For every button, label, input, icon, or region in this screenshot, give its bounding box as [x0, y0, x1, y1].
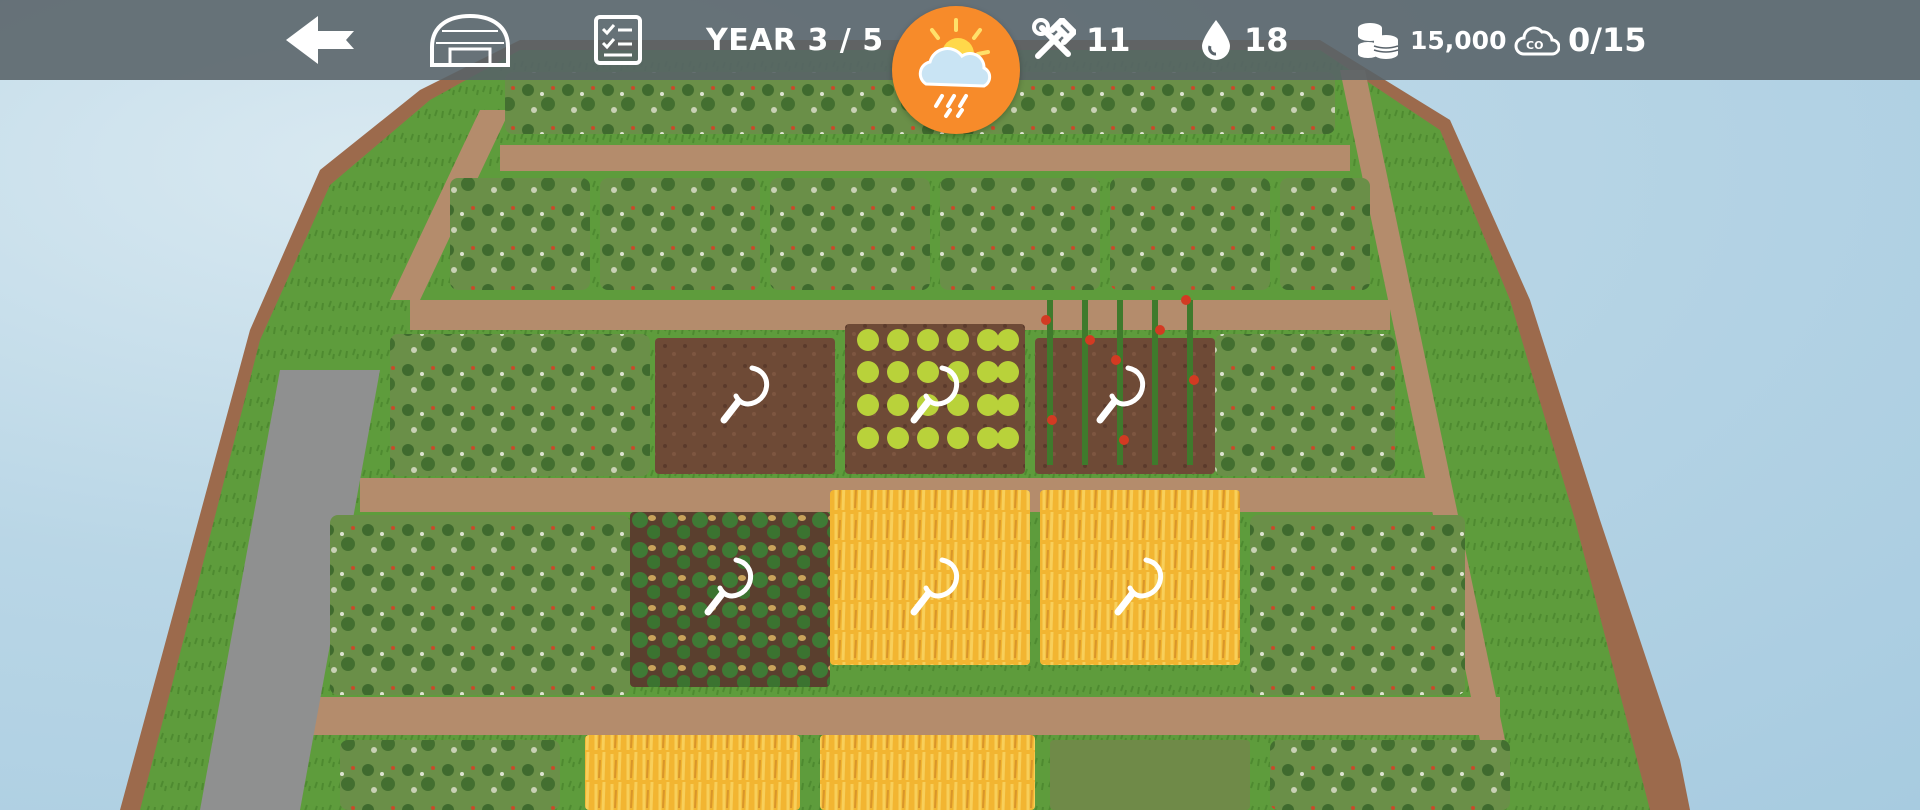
hammer-wrench-icon	[1032, 18, 1076, 59]
money-amount: 15,000	[1410, 25, 1507, 55]
tools-counter: 11	[1032, 0, 1131, 80]
coin-stack-icon	[1358, 23, 1399, 59]
year-progress: YEAR 3 / 5	[706, 0, 884, 80]
barn-icon	[430, 13, 510, 67]
sickle-icon	[1096, 365, 1146, 424]
co2-value: 0/15	[1568, 21, 1647, 59]
arrow-left-icon	[286, 16, 354, 64]
harvest-button-tomato[interactable]	[1088, 360, 1158, 430]
harvest-button-potato[interactable]	[696, 552, 766, 622]
water-counter: 18	[1200, 0, 1289, 80]
plot-wheat-bed-4	[820, 735, 1035, 810]
tools-count: 11	[1086, 21, 1131, 59]
water-count: 18	[1244, 21, 1289, 59]
plot-fallow-bed	[1050, 740, 1250, 810]
weather-button[interactable]	[892, 6, 1020, 134]
harvest-button-cabbage[interactable]	[902, 360, 972, 430]
sickle-icon	[910, 557, 960, 616]
svg-text:CO: CO	[1526, 39, 1543, 52]
sun-cloud-rain-icon	[918, 18, 992, 118]
sickle-icon	[1114, 557, 1164, 616]
year-label: YEAR 3 / 5	[706, 22, 884, 58]
harvest-button-lettuce[interactable]	[712, 360, 782, 430]
co2-counter: CO 0/15	[1514, 0, 1646, 80]
sickle-icon	[704, 557, 754, 616]
money-counter: 15,000	[1354, 0, 1506, 80]
sickle-icon	[720, 365, 770, 424]
plot-wheat-bed-3	[585, 735, 800, 810]
co2-cloud-icon: CO	[1514, 26, 1560, 56]
back-button[interactable]	[284, 0, 356, 80]
tasks-button[interactable]	[592, 0, 644, 80]
harvest-button-wheat-2[interactable]	[1106, 552, 1176, 622]
harvest-button-wheat-1[interactable]	[902, 552, 972, 622]
sickle-icon	[910, 365, 960, 424]
water-drop-icon	[1202, 20, 1230, 60]
barn-button[interactable]	[428, 0, 512, 80]
checklist-icon	[594, 15, 642, 65]
